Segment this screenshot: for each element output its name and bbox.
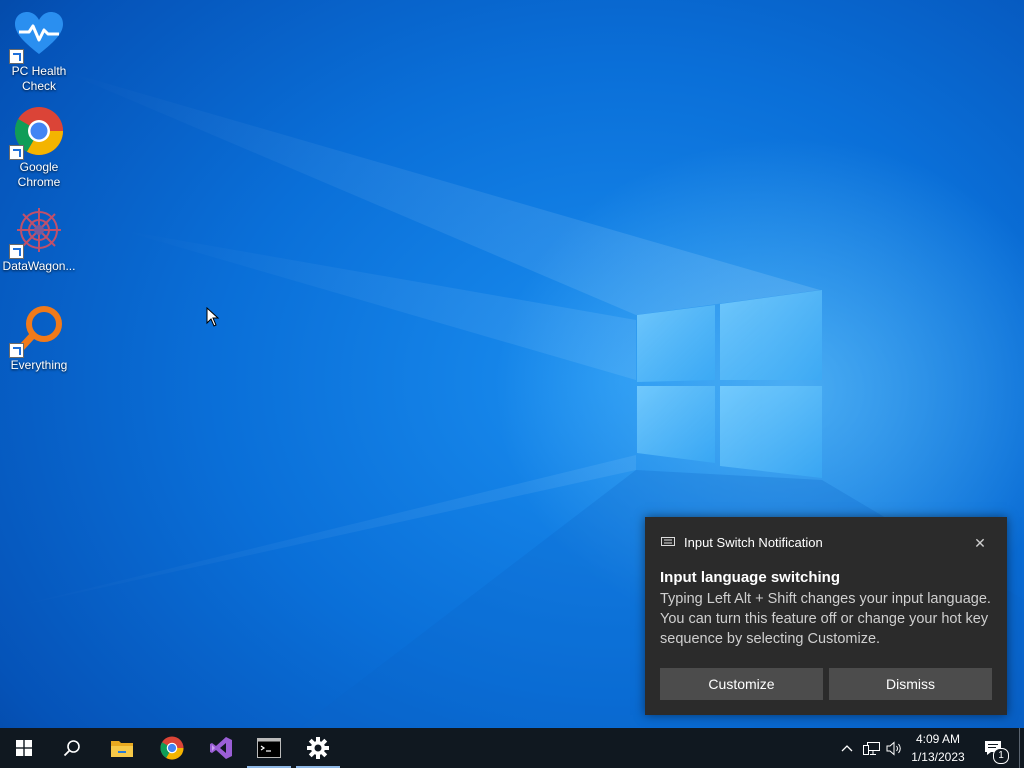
show-hidden-icons-button[interactable] — [838, 728, 856, 768]
chevron-up-icon — [841, 745, 853, 752]
desktop-icon-everything[interactable]: Everything — [0, 304, 78, 373]
shortcut-arrow-icon — [9, 244, 24, 259]
start-button[interactable] — [0, 728, 48, 768]
desktop-icon-label: Check — [21, 79, 56, 93]
desktop-icon-label: DataWagon... — [2, 259, 76, 273]
visual-studio-icon — [210, 737, 232, 759]
customize-button[interactable]: Customize — [660, 668, 823, 700]
search-icon — [63, 740, 80, 757]
start-icon — [16, 740, 32, 756]
desktop-icon-datawagon[interactable]: DataWagon... — [0, 205, 78, 274]
close-icon[interactable]: ✕ — [971, 534, 989, 552]
clock-time: 4:09 AM — [915, 732, 961, 746]
notification-count-badge: 1 — [993, 748, 1009, 764]
desktop-icon-label: Chrome — [17, 175, 61, 189]
taskbar-visual-studio[interactable] — [197, 728, 245, 768]
network-button[interactable] — [861, 728, 881, 768]
taskbar-settings[interactable] — [294, 728, 342, 768]
show-desktop-button[interactable] — [1019, 728, 1020, 768]
desktop-icon-google-chrome[interactable]: Google Chrome — [0, 106, 78, 190]
keyboard-icon — [661, 536, 675, 546]
datawagon-icon — [9, 205, 65, 259]
windows-logo — [637, 290, 822, 478]
notification-app-name: Input Switch Notification — [684, 535, 823, 550]
command-prompt-icon — [257, 738, 281, 758]
taskbar: 4:09 AM 1/13/2023 1 — [0, 728, 1024, 768]
mouse-cursor-icon — [206, 307, 220, 327]
pc-health-check-icon — [9, 10, 65, 64]
google-chrome-icon — [160, 736, 184, 760]
notification-header: Input Switch Notification — [661, 535, 823, 550]
desktop-icon-label: Google — [19, 160, 59, 174]
shortcut-arrow-icon — [9, 145, 24, 160]
shortcut-arrow-icon — [9, 343, 24, 358]
clock[interactable]: 4:09 AM 1/13/2023 — [900, 730, 976, 766]
desktop-icon-label: PC Health — [11, 64, 67, 78]
notification-body: Typing Left Alt + Shift changes your inp… — [660, 591, 991, 647]
taskbar-file-explorer[interactable] — [98, 728, 146, 768]
file-explorer-icon — [111, 741, 133, 757]
network-icon — [862, 741, 880, 755]
notification-title: Input language switching — [660, 569, 840, 586]
search-button[interactable] — [48, 728, 96, 768]
everything-search-icon — [9, 304, 65, 358]
desktop-icon-pc-health-check[interactable]: PC Health Check — [0, 10, 78, 94]
clock-date: 1/13/2023 — [911, 750, 965, 764]
taskbar-command-prompt[interactable] — [245, 728, 293, 768]
google-chrome-icon — [9, 106, 65, 160]
desktop-icon-label: Everything — [10, 358, 68, 372]
settings-icon — [307, 737, 329, 759]
shortcut-arrow-icon — [9, 49, 24, 64]
input-switch-notification: Input Switch Notification ✕ Input langua… — [645, 517, 1007, 715]
taskbar-google-chrome[interactable] — [148, 728, 196, 768]
action-center-button[interactable]: 1 — [980, 728, 1009, 768]
dismiss-button[interactable]: Dismiss — [829, 668, 992, 700]
